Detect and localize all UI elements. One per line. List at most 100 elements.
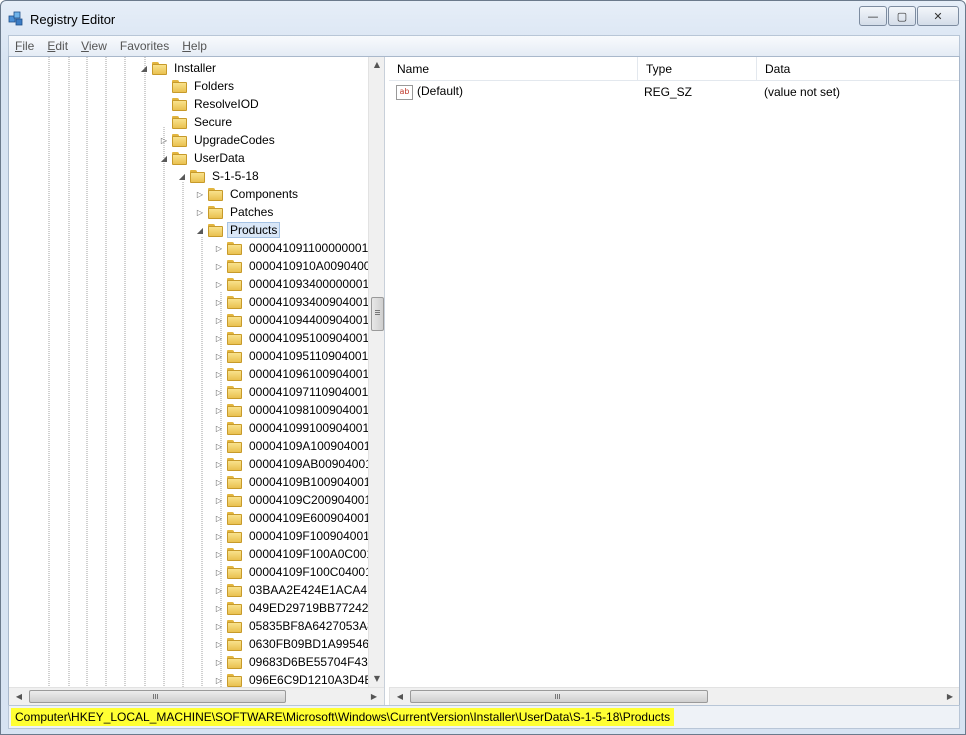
expand-arrow-icon[interactable]: ▷	[214, 298, 224, 307]
tree-item[interactable]: ▷ 0630FB09BD1A99546A3	[214, 635, 384, 653]
tree-item[interactable]: ▷ 00004109340000000100	[214, 275, 383, 293]
expand-arrow-icon[interactable]: ▷	[159, 136, 169, 145]
close-button[interactable]: ✕	[917, 6, 959, 26]
column-header-data[interactable]: Data	[757, 57, 959, 80]
menu-file[interactable]: File	[9, 39, 41, 53]
tree-item[interactable]: ▷ 00004109F10090400100	[214, 527, 383, 545]
minimize-button[interactable]: —	[859, 6, 887, 26]
tree-item[interactable]: ▷ 00004109AB0090400100	[214, 455, 385, 473]
tree-item[interactable]: ◢ S-1-5-18	[177, 167, 259, 185]
tree-item[interactable]: ▷ 05835BF8A6427053A8EE	[214, 617, 384, 635]
key-tree-pane[interactable]: ◢ Installer Folders ResolveIOD Secure ▷ Upgrad…	[9, 57, 385, 705]
tree-item[interactable]: ▷ 00004109910090400100	[214, 419, 383, 437]
tree-item[interactable]: ▷ 03BAA2E424E1ACA41B5	[214, 581, 384, 599]
tree-item[interactable]: ResolveIOD	[159, 95, 259, 113]
expand-arrow-icon[interactable]: ▷	[214, 658, 224, 667]
scroll-up-arrow-icon[interactable]: ▲	[369, 57, 384, 73]
tree-item[interactable]: Folders	[159, 77, 234, 95]
tree-item[interactable]: ▷ 00004109110000000100	[214, 239, 382, 257]
column-header-name[interactable]: Name	[389, 57, 638, 80]
title-bar[interactable]: Registry Editor — ▢ ✕	[1, 1, 965, 35]
folder-icon	[227, 313, 243, 327]
tree-item[interactable]: ▷ 0000410910A0090400100	[214, 257, 384, 275]
folder-icon	[227, 295, 243, 309]
tree-item[interactable]: ▷ 00004109810090400100	[214, 401, 383, 419]
tree-item[interactable]: ▷ 00004109511090400100	[214, 347, 382, 365]
expand-arrow-icon[interactable]: ▷	[214, 640, 224, 649]
tree-item[interactable]: ▷ 00004109B10090400100	[214, 473, 384, 491]
tree-horizontal-scroll-thumb[interactable]	[29, 690, 286, 703]
expand-arrow-icon[interactable]: ▷	[214, 316, 224, 325]
tree-horizontal-scrollbar[interactable]: ◀ ▶	[9, 687, 384, 705]
menu-help[interactable]: Help	[176, 39, 214, 53]
tree-item[interactable]: ◢ Installer	[139, 59, 216, 77]
menu-edit[interactable]: Edit	[41, 39, 75, 53]
tree-item[interactable]: ◢ UserData	[159, 149, 245, 167]
tree-item[interactable]: ▷ Components	[195, 185, 298, 203]
tree-item[interactable]: ▷ 00004109A10090400100	[214, 437, 384, 455]
expand-arrow-icon[interactable]: ▷	[214, 244, 224, 253]
scroll-right-arrow-icon[interactable]: ▶	[366, 688, 382, 705]
expand-arrow-icon[interactable]: ▷	[195, 190, 205, 199]
values-scroll-right-arrow-icon[interactable]: ▶	[942, 688, 958, 705]
menu-view[interactable]: View	[75, 39, 114, 53]
expand-arrow-icon[interactable]: ▷	[214, 388, 224, 397]
tree-item[interactable]: ▷ 00004109F100A0C00100	[214, 545, 384, 563]
values-horizontal-scroll-thumb[interactable]	[410, 690, 708, 703]
tree-item-label: 00004109AB0090400100	[249, 457, 385, 471]
expand-arrow-icon[interactable]: ▷	[214, 586, 224, 595]
tree-item-label: 00004109340000000100	[249, 277, 383, 291]
tree-item[interactable]: ▷ 00004109610090400100	[214, 365, 383, 383]
expand-arrow-icon[interactable]: ▷	[214, 496, 224, 505]
expand-arrow-icon[interactable]: ▷	[214, 262, 224, 271]
expand-arrow-icon[interactable]: ▷	[214, 424, 224, 433]
scroll-left-arrow-icon[interactable]: ◀	[11, 688, 27, 705]
tree-item[interactable]: ▷ 00004109F100C0400100	[214, 563, 384, 581]
tree-item[interactable]: ◢ Products	[195, 221, 281, 239]
expand-arrow-icon[interactable]: ▷	[214, 676, 224, 685]
expand-arrow-icon[interactable]: ▷	[214, 622, 224, 631]
values-horizontal-scrollbar[interactable]: ◀ ▶	[389, 687, 959, 705]
expand-arrow-icon[interactable]: ▷	[214, 334, 224, 343]
scroll-down-arrow-icon[interactable]: ▼	[369, 671, 384, 687]
collapse-arrow-icon[interactable]: ◢	[177, 172, 187, 181]
collapse-arrow-icon[interactable]: ◢	[139, 64, 149, 73]
expand-arrow-icon[interactable]: ▷	[214, 406, 224, 415]
expand-arrow-icon[interactable]: ▷	[214, 442, 224, 451]
tree-item[interactable]: ▷ Patches	[195, 203, 273, 221]
tree-item[interactable]: ▷ 00004109440090400100	[214, 311, 383, 329]
collapse-arrow-icon[interactable]: ◢	[195, 226, 205, 235]
tree-vertical-scrollbar[interactable]: ▲ ▼	[368, 57, 384, 687]
maximize-button[interactable]: ▢	[888, 6, 916, 26]
values-scroll-left-arrow-icon[interactable]: ◀	[392, 688, 408, 705]
expand-arrow-icon[interactable]: ▷	[214, 460, 224, 469]
tree-item[interactable]: ▷ 049ED29719BB77242BB7	[214, 599, 384, 617]
collapse-arrow-icon[interactable]: ◢	[159, 154, 169, 163]
expand-arrow-icon[interactable]: ▷	[214, 532, 224, 541]
tree-item[interactable]: ▷ 00004109E60090400100	[214, 509, 384, 527]
tree-vertical-scroll-thumb[interactable]	[371, 297, 384, 331]
expand-arrow-icon[interactable]: ▷	[214, 370, 224, 379]
expand-arrow-icon[interactable]: ▷	[214, 478, 224, 487]
tree-item[interactable]: ▷ 00004109510090400100	[214, 329, 383, 347]
tree-item[interactable]: ▷ 00004109711090400100	[214, 383, 382, 401]
tree-item[interactable]: Secure	[159, 113, 232, 131]
tree-item[interactable]: ▷ 09683D6BE55704F43AA	[214, 653, 384, 671]
expand-arrow-icon[interactable]: ▷	[214, 280, 224, 289]
values-pane[interactable]: Name Type Data ab (Default) REG_SZ (value…	[389, 57, 959, 705]
tree-item[interactable]: ▷ 00004109340090400100	[214, 293, 383, 311]
tree-item[interactable]: ▷ 00004109C20090400100	[214, 491, 384, 509]
folder-icon	[227, 511, 243, 525]
expand-arrow-icon[interactable]: ▷	[214, 568, 224, 577]
value-data: (value not set)	[764, 85, 841, 99]
expand-arrow-icon[interactable]: ▷	[214, 604, 224, 613]
expand-arrow-icon[interactable]: ▷	[214, 352, 224, 361]
value-row-default[interactable]: ab (Default) REG_SZ (value not set)	[389, 83, 959, 101]
column-header-type[interactable]: Type	[638, 57, 757, 80]
expand-arrow-icon[interactable]: ▷	[195, 208, 205, 217]
expand-arrow-icon[interactable]: ▷	[214, 514, 224, 523]
tree-item[interactable]: ▷ UpgradeCodes	[159, 131, 275, 149]
folder-icon	[227, 241, 243, 255]
menu-favorites[interactable]: Favorites	[114, 39, 176, 53]
expand-arrow-icon[interactable]: ▷	[214, 550, 224, 559]
